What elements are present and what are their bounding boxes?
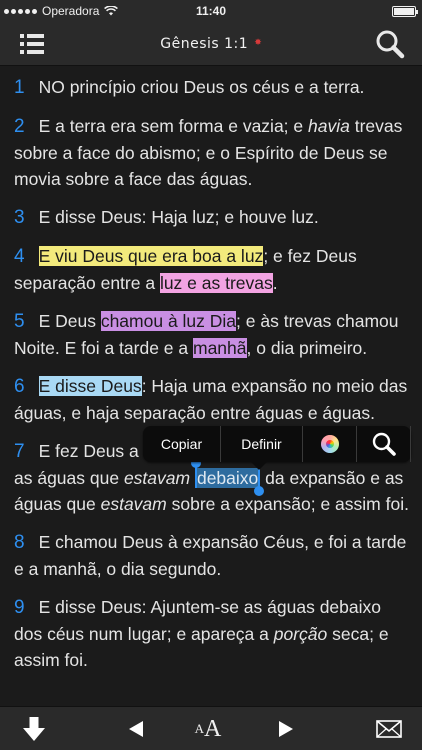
verse-number: 4 (14, 246, 25, 267)
selected-text[interactable]: debaixo (196, 468, 259, 488)
share-mail-button[interactable] (374, 707, 404, 750)
verse-number: 8 (14, 532, 25, 553)
search-selection-button[interactable] (357, 426, 411, 462)
verse-text: . (272, 273, 278, 293)
verse-3[interactable]: 3 E disse Deus: Haja luz; e houve luz. (14, 204, 412, 231)
verse-number: 7 (14, 441, 25, 462)
verse-text: E a terra era sem forma e vazia; e (38, 116, 308, 136)
verse-text: sobre a expansão; e assim foi. (166, 494, 409, 514)
left-triangle-icon (129, 721, 143, 737)
purple-highlight[interactable]: manhã (193, 338, 247, 358)
pink-highlight[interactable]: luz e as trevas (159, 273, 273, 293)
chapter-title-button[interactable]: Gênesis 1:1 ✸ (160, 36, 261, 52)
search-icon[interactable] (374, 28, 406, 60)
verse-text: , o dia primeiro. (246, 338, 368, 358)
verse-8[interactable]: 8E chamou Deus à expansão Céus, e foi a … (14, 529, 412, 582)
star-icon: ✸ (254, 37, 262, 47)
verse-number: 1 (14, 77, 25, 98)
page-title: Gênesis 1:1 (160, 35, 249, 52)
mail-icon (376, 720, 402, 738)
verse-4[interactable]: 4E viu Deus que era boa a luz; e fez Deu… (14, 243, 412, 296)
verse-text: E chamou Deus à expansão Céus, e foi a t… (14, 532, 407, 579)
down-arrow-icon (23, 717, 45, 741)
color-wheel-icon (320, 435, 339, 453)
verse-italic-text: porção (273, 624, 328, 644)
status-time: 11:40 (195, 4, 227, 18)
font-size-button[interactable]: AA (188, 707, 228, 750)
battery-icon (392, 5, 418, 17)
battery-level (394, 7, 414, 15)
bottom-toolbar: AA (0, 706, 422, 750)
verse-1[interactable]: 1 NO princípio criou Deus os céus e a ter… (14, 74, 412, 101)
search-icon (372, 432, 396, 456)
selection-context-menu: Copiar Definir (143, 426, 411, 470)
list-menu-icon[interactable] (20, 34, 44, 54)
verse-number: 2 (14, 116, 25, 137)
popup-pointer (251, 462, 267, 470)
font-size-large-label: A (204, 715, 222, 742)
verse-number: 9 (14, 597, 25, 618)
verse-6[interactable]: 6E disse Deus: Haja uma expansão no meio… (14, 373, 412, 426)
verse-italic-text: estavam (123, 468, 191, 488)
verse-text: E Deus (38, 311, 101, 331)
verse-5[interactable]: 5E Deus chamou à luz Dia; e às trevas ch… (14, 308, 412, 361)
verse-italic-text: havia (308, 116, 350, 136)
define-button[interactable]: Definir (221, 426, 303, 462)
chapter-content[interactable]: 1 NO princípio criou Deus os céus e a ter… (0, 66, 422, 706)
verse-italic-text: estavam (100, 494, 167, 514)
blue-highlight[interactable]: E disse Deus (38, 376, 142, 396)
next-chapter-down-button[interactable] (18, 707, 50, 750)
verse-number: 5 (14, 311, 25, 332)
verse-number: 6 (14, 376, 25, 397)
purple-highlight[interactable]: chamou à luz Dia (100, 311, 237, 331)
navigation-header: Gênesis 1:1 ✸ (0, 22, 422, 66)
right-triangle-icon (279, 721, 293, 737)
status-bar: Operadora 11:40 (0, 0, 422, 22)
next-button[interactable] (274, 707, 298, 750)
font-size-small-label: A (194, 721, 205, 736)
verse-number: 3 (14, 207, 25, 228)
verse-2[interactable]: 2 E a terra era sem forma e vazia; e havi… (14, 113, 412, 192)
yellow-highlight[interactable]: E viu Deus que era boa a luz (38, 246, 264, 266)
highlight-color-button[interactable] (303, 426, 357, 462)
verse-9[interactable]: 9E disse Deus: Ajuntem-se as águas debai… (14, 594, 412, 673)
verse-text: E disse Deus: Haja luz; e houve luz. (38, 207, 319, 227)
verse-text: NO princípio criou Deus os céus e a terr… (38, 77, 365, 97)
copy-button[interactable]: Copiar (143, 426, 221, 462)
previous-button[interactable] (124, 707, 148, 750)
selection-start-handle[interactable] (190, 458, 201, 488)
